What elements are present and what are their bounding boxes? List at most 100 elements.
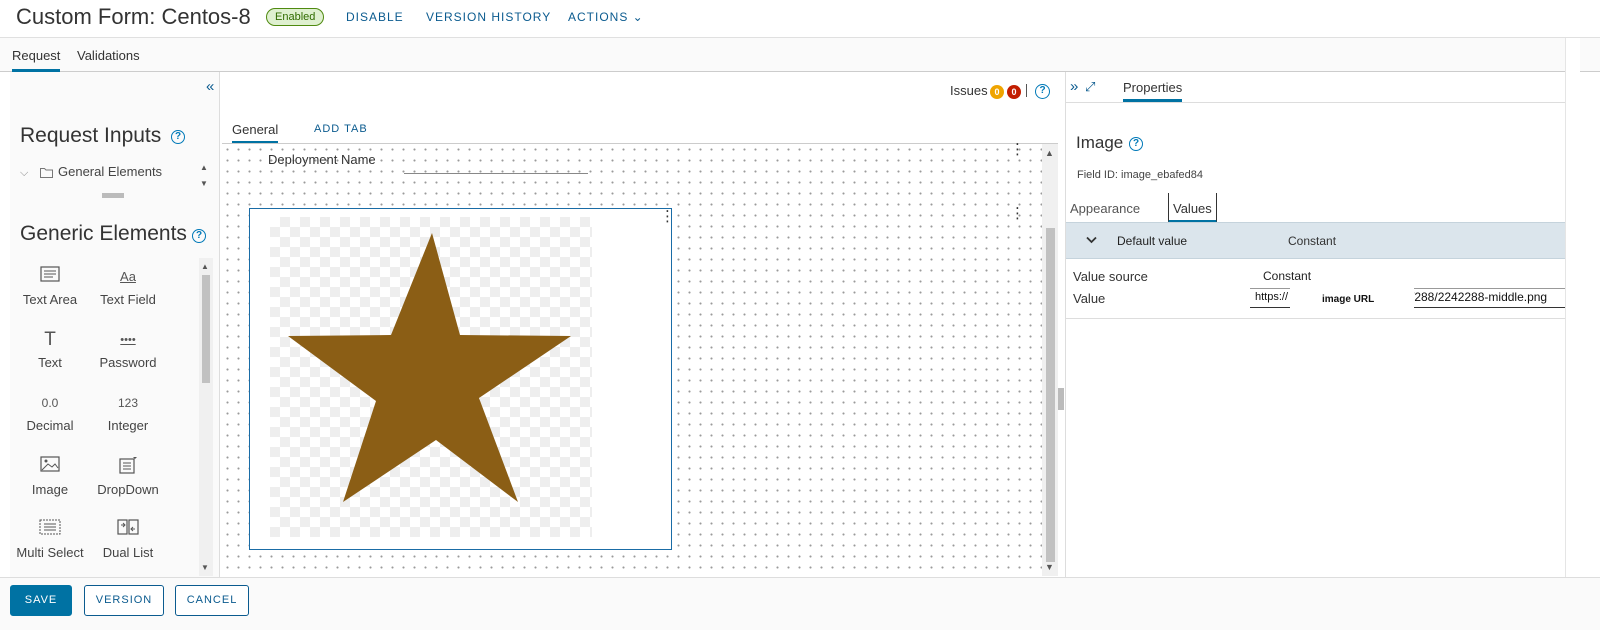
default-value-type: Constant [1288,234,1337,248]
palette-item-label: Multi Select [16,545,84,560]
value-label: Value [1073,291,1106,306]
value-source-label: Value source [1073,269,1148,284]
palette-item-dual-list[interactable]: Dual List [88,519,168,560]
form-canvas: Issues 0 0 ? General ADD TAB Deployment … [222,72,1064,577]
tab-appearance[interactable]: Appearance [1070,201,1140,216]
help-icon[interactable]: ? [1035,84,1050,99]
tab-request[interactable]: Request [12,48,61,72]
actions-dropdown[interactable]: ACTIONS ⌄ [568,10,644,24]
form-tabs: Request Validations [0,38,1600,72]
palette-item-integer[interactable]: 123 Integer [88,392,168,433]
warnings-count-badge[interactable]: 0 [990,85,1004,99]
text-field-icon: Aa [120,269,136,284]
dropdown-icon [88,456,168,478]
page-scrollbar[interactable] [1565,38,1580,577]
star-image [288,233,571,502]
palette-item-password[interactable]: •••• Password [88,329,168,370]
palette-item-text-area[interactable]: Text Area [10,266,90,307]
tab-properties[interactable]: Properties [1123,80,1183,102]
multi-select-icon [10,519,90,541]
palette-item-decimal[interactable]: 0.0 Decimal [10,392,90,433]
default-value-label: Default value [1117,234,1188,248]
star-shape [288,233,571,502]
properties-title: Image [1076,133,1124,152]
palette-item-label: Text Area [22,292,78,307]
version-button[interactable]: VERSION [84,585,164,616]
divider [1026,84,1027,97]
palette-item-text[interactable]: T Text [10,329,90,370]
kebab-menu-icon[interactable]: ⋮ [1010,142,1025,157]
divider [1066,102,1566,103]
cancel-button[interactable]: CANCEL [175,585,249,616]
palette-item-label: Dual List [102,545,154,560]
save-button[interactable]: SAVE [10,585,72,616]
panel-resize-handle[interactable] [102,193,124,198]
palette-item-label: Password [99,355,157,370]
palette-item-label: Text [38,355,62,370]
deployment-name-label: Deployment Name [268,152,376,167]
palette-item-dropdown[interactable]: DropDown [88,456,168,497]
url-redaction-label: image URL [1322,294,1375,305]
scroll-down-icon[interactable]: ▼ [201,563,209,572]
page-header: Custom Form: Centos-8 Enabled DISABLE VE… [0,0,1600,38]
value-url-prefix: https:// [1255,291,1289,303]
kebab-menu-icon[interactable]: ⋮ [660,209,675,224]
scroll-down-icon[interactable]: ▼ [200,179,208,188]
disable-button[interactable]: DISABLE [346,10,404,24]
palette-item-multi-select[interactable]: Multi Select [10,519,90,560]
help-icon[interactable]: ? [1129,137,1143,151]
scroll-up-icon[interactable]: ▲ [201,262,209,271]
tab-values[interactable]: Values [1168,193,1217,223]
footer-actions: SAVE VERSION CANCEL [0,577,1600,630]
text-area-icon [10,266,90,288]
generic-elements-title: Generic Elements [20,222,187,245]
version-history-button[interactable]: VERSION HISTORY [426,10,551,24]
status-badge: Enabled [266,8,325,26]
value-source-select[interactable]: Constant [1263,269,1311,283]
page-title: Custom Form: Centos-8 [16,4,251,29]
chevron-down-icon[interactable] [1086,233,1097,247]
request-inputs-title: Request Inputs [20,124,162,147]
palette-scrollbar-thumb[interactable] [202,275,210,383]
palette-item-label: Image [31,482,69,497]
chevron-down-icon[interactable]: ⌵ [20,167,28,180]
tab-general[interactable]: General [232,122,279,144]
text-icon: T [44,329,56,350]
dual-list-icon [88,519,168,541]
kebab-menu-icon[interactable]: ⋮ [1010,206,1025,221]
tree-item-general-elements[interactable]: General Elements [58,164,162,179]
field-id-label: Field ID: image_ebafed84 [1077,169,1203,181]
help-icon[interactable]: ? [192,229,206,243]
palette-item-image[interactable]: Image [10,456,90,497]
expand-icon[interactable]: ⤢ [1085,79,1095,95]
properties-panel: » ⤢ Properties Image ? Field ID: image_e… [1065,72,1566,577]
palette-item-label: DropDown [97,482,159,497]
issues-label[interactable]: Issues [950,83,988,98]
canvas-scrollbar-thumb[interactable] [1046,228,1055,562]
element-palette: « Request Inputs ? ⌵ General Elements ▲ … [10,72,220,587]
image-icon [10,456,90,478]
scroll-up-icon[interactable]: ▲ [1045,148,1054,158]
panel-resize-handle[interactable] [1058,388,1064,410]
scroll-up-icon[interactable]: ▲ [200,163,208,172]
collapse-right-icon[interactable]: » [1070,78,1078,95]
image-preview [270,217,592,537]
folder-icon [40,166,53,181]
image-field[interactable]: ⋮ [249,208,675,550]
errors-count-badge[interactable]: 0 [1007,85,1021,99]
help-icon[interactable]: ? [171,130,185,144]
scroll-down-icon[interactable]: ▼ [1045,562,1054,572]
tab-validations[interactable]: Validations [77,48,140,63]
deployment-name-input[interactable] [404,173,588,174]
decimal-icon: 0.0 [41,396,59,410]
palette-item-label: Decimal [26,418,74,433]
palette-item-label: Integer [107,418,149,433]
palette-item-label: Text Field [100,292,156,307]
integer-icon: 123 [117,396,139,410]
palette-item-text-field[interactable]: Aa Text Field [88,266,168,307]
collapse-left-icon[interactable]: « [206,78,214,95]
divider [1066,318,1566,319]
default-value-section-header[interactable]: Default value Constant [1066,222,1566,259]
add-tab-button[interactable]: ADD TAB [314,123,368,135]
value-url-suffix: /288/2242288-middle.png [1411,290,1548,304]
